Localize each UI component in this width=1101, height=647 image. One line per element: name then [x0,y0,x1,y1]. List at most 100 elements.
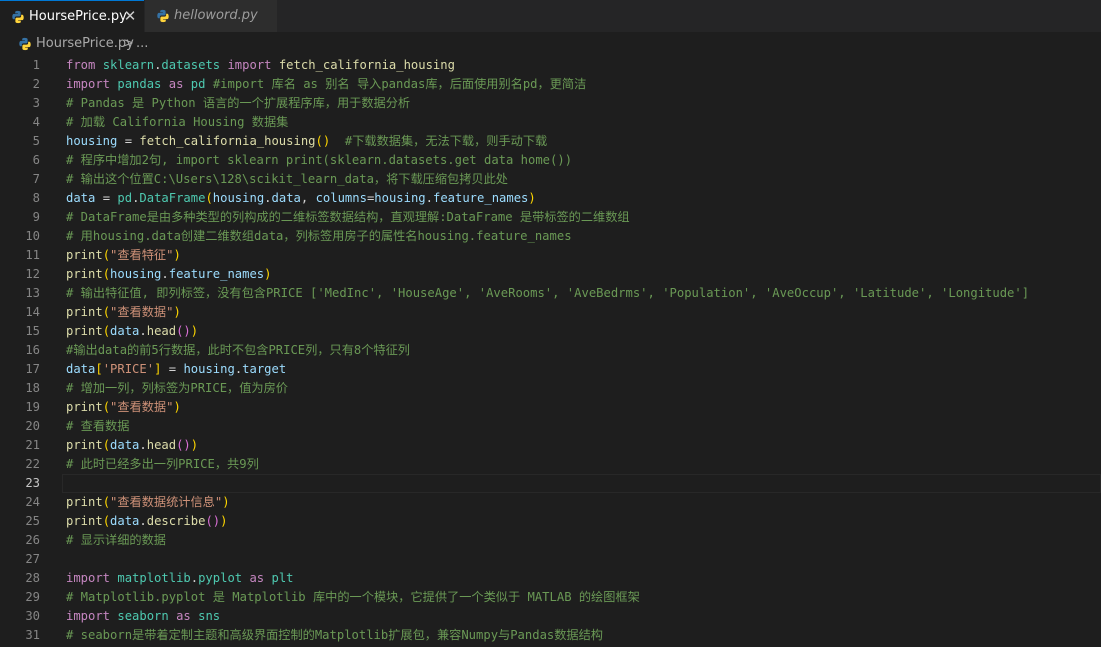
code-text: data = pd.DataFrame(housing.data, column… [66,190,536,207]
code-token: #import 库名 as 别名 导入pandas库，后面使用别名pd，更简洁 [212,77,587,91]
code-line[interactable]: 8 data = pd.DataFrame(housing.data, colum… [0,189,1101,208]
code-line[interactable]: 4 # 加载 California Housing 数据集 [0,113,1101,132]
code-line[interactable]: 15 print(data.head()) [0,322,1101,341]
code-line[interactable]: 17 data['PRICE'] = housing.target [0,360,1101,379]
code-token: DataFrame [139,191,206,205]
code-text: # 此时已经多出一列PRICE，共9列 [66,456,259,473]
code-token: ) [173,248,181,262]
code-token: = [117,134,140,148]
line-number: 29 [25,590,40,604]
code-line[interactable]: 7 # 输出这个位置C:\Users\128\scikit_learn_data，… [0,170,1101,189]
line-number: 7 [32,172,40,186]
line-number: 23 [25,476,40,490]
code-line[interactable]: 9 # DataFrame是由多种类型的列构成的二维标签数据结构，直观理解:Dat… [0,208,1101,227]
code-token: as [176,609,191,623]
code-line[interactable]: 3 # Pandas 是 Python 语言的一个扩展程序库，用于数据分析 [0,94,1101,113]
code-line[interactable]: 5 housing = fetch_california_housing() #下… [0,132,1101,151]
code-text: print("查看数据") [66,399,181,416]
code-line[interactable]: 10 # 用housing.data创建二维数组data，列标签用房子的属性名ho… [0,227,1101,246]
code-token: matplotlib [117,571,191,585]
code-line[interactable]: 23 [0,474,1101,493]
code-token: head [146,438,177,452]
line-number: 30 [25,609,40,623]
code-text: print(data.head()) [66,437,198,454]
code-text: print("查看数据") [66,304,181,321]
code-token: pyplot [198,571,243,585]
code-token: # 此时已经多出一列PRICE，共9列 [66,457,259,471]
tab-hourseprice[interactable]: HoursePrice.py ✕ [0,0,144,32]
code-token: data [110,438,140,452]
code-text: print("查看数据统计信息") [66,494,230,511]
line-number: 24 [25,495,40,509]
code-line[interactable]: 25 print(data.describe()) [0,512,1101,531]
code-line[interactable]: 31 # seaborn是带着定制主题和高级界面控制的Matplotlib扩展包，… [0,626,1101,645]
code-token: # 增加一列，列标签为PRICE，值为房价 [66,381,288,395]
code-token: . [139,324,147,338]
code-token: as [168,77,184,91]
code-line[interactable]: 2 import pandas as pd #import 库名 as 别名 导入… [0,75,1101,94]
code-text: # Pandas 是 Python 语言的一个扩展程序库，用于数据分析 [66,95,410,112]
code-token: ) [220,514,228,528]
tab-helloword[interactable]: helloword.py [145,0,277,32]
code-token: () [315,134,331,148]
line-number: 27 [25,552,40,566]
code-token: fetch_california_housing [139,134,316,148]
code-line[interactable]: 21 print(data.head()) [0,436,1101,455]
code-token: ( [102,267,111,281]
code-token: fetch_california_housing [278,58,455,72]
code-line[interactable]: 22 # 此时已经多出一列PRICE，共9列 [0,455,1101,474]
line-number: 28 [25,571,40,585]
code-token: target [242,362,287,376]
code-line[interactable]: 29 # Matplotlib.pyplot 是 Matplotlib 库中的一个… [0,588,1101,607]
code-line[interactable]: 30 import seaborn as sns [0,607,1101,626]
code-token: ) [264,267,272,281]
code-line[interactable]: 19 print("查看数据") [0,398,1101,417]
code-text: # DataFrame是由多种类型的列构成的二维标签数据结构，直观理解:Data… [66,209,630,226]
code-text: from sklearn.datasets import fetch_calif… [66,57,455,74]
code-token: print [66,438,103,452]
breadcrumb-symbols[interactable]: ... [136,36,148,51]
code-line[interactable]: 13 # 输出特征值, 即列标签，没有包含PRICE ['MedInc', 'Ho… [0,284,1101,303]
code-line[interactable]: 26 # 显示详细的数据 [0,531,1101,550]
line-number: 26 [25,533,40,547]
code-token: ) [173,400,181,414]
code-token: pandas [117,77,162,91]
code-token: print [66,248,103,262]
code-line[interactable]: 11 print("查看特征") [0,246,1101,265]
code-text: import matplotlib.pyplot as plt [66,570,294,587]
code-editor[interactable]: 1 from sklearn.datasets import fetch_cali… [0,54,1101,647]
code-line[interactable]: 24 print("查看数据统计信息") [0,493,1101,512]
breadcrumb-file[interactable]: HoursePrice.py [36,36,134,51]
code-line[interactable]: 20 # 查看数据 [0,417,1101,436]
code-line[interactable]: 14 print("查看数据") [0,303,1101,322]
line-number: 12 [25,267,40,281]
code-token: import [66,609,111,623]
code-token: # 显示详细的数据 [66,533,166,547]
code-line[interactable]: 27 [0,550,1101,569]
code-token: housing [183,362,235,376]
tab-label: HoursePrice.py [29,9,127,24]
code-line[interactable]: 1 from sklearn.datasets import fetch_cali… [0,56,1101,75]
code-line[interactable]: 18 # 增加一列，列标签为PRICE，值为房价 [0,379,1101,398]
line-number: 3 [32,96,40,110]
code-token: ( [102,305,111,319]
code-line[interactable]: 16 #输出data的前5行数据，此时不包含PRICE列，只有8个特征列 [0,341,1101,360]
code-token: data [66,362,96,376]
close-icon[interactable]: ✕ [121,7,139,25]
code-line[interactable]: 28 import matplotlib.pyplot as plt [0,569,1101,588]
code-text: # 输出这个位置C:\Users\128\scikit_learn_data，将… [66,171,508,188]
code-text: # 显示详细的数据 [66,532,166,549]
code-token: describe [146,514,206,528]
code-text: print("查看特征") [66,247,181,264]
code-text: print(housing.feature_names) [66,266,271,283]
code-token: data [271,191,301,205]
code-line[interactable]: 6 # 程序中增加2句, import sklearn print(sklearn… [0,151,1101,170]
code-token: feature_names [168,267,265,281]
code-line[interactable]: 12 print(housing.feature_names) [0,265,1101,284]
code-token: housing [110,267,162,281]
